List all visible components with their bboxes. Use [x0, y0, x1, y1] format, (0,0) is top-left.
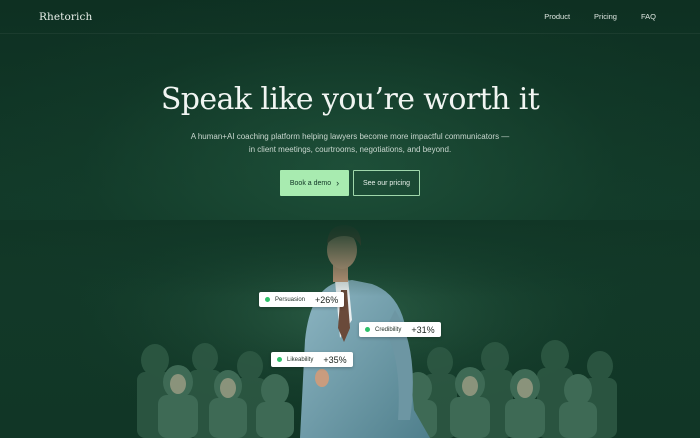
metric-value: +26%	[315, 294, 339, 305]
metric-label: Likeability	[287, 356, 314, 363]
metric-label: Credibility	[375, 326, 402, 333]
see-pricing-button[interactable]: See our pricing	[353, 170, 420, 196]
landing-page: Rhetorich Product Pricing FAQ Speak like…	[0, 0, 700, 438]
hero-subtitle: A human+AI coaching platform helping law…	[190, 132, 510, 154]
nav-link-product[interactable]: Product	[544, 12, 570, 21]
metric-value: +35%	[323, 354, 347, 365]
metric-badge-credibility: Credibility +31%	[359, 322, 441, 337]
metric-badge-persuasion: Persuasion +26%	[259, 292, 345, 307]
green-dot-icon	[365, 327, 370, 332]
nav-link-pricing[interactable]: Pricing	[594, 12, 617, 21]
metric-badge-likeability: Likeability +35%	[271, 352, 353, 367]
metric-label: Persuasion	[275, 296, 306, 303]
nav-link-faq[interactable]: FAQ	[641, 12, 656, 21]
nav-links: Product Pricing FAQ	[544, 12, 656, 21]
book-demo-label: Book a demo	[289, 179, 332, 187]
metric-value: +31%	[411, 324, 435, 335]
see-pricing-label: See our pricing	[362, 179, 411, 187]
courtroom-hero-image	[0, 220, 700, 438]
chevron-right-icon: ›	[336, 177, 340, 188]
book-demo-button[interactable]: Book a demo ›	[280, 170, 349, 196]
green-dot-icon	[277, 357, 282, 362]
hero-title: Speak like you’re worth it	[160, 82, 540, 117]
top-nav: Rhetorich Product Pricing FAQ	[0, 0, 700, 34]
green-dot-icon	[265, 297, 270, 302]
brand-logo[interactable]: Rhetorich	[39, 11, 92, 23]
cta-row: Book a demo › See our pricing	[280, 170, 420, 196]
